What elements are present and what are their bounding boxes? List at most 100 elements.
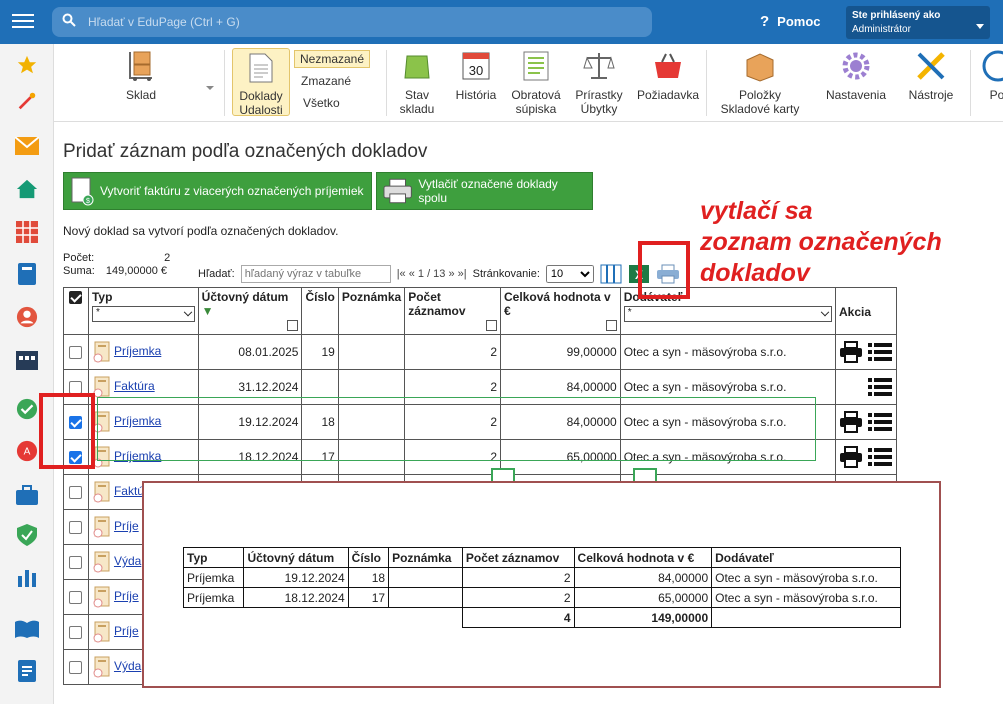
timetable-icon[interactable] <box>14 219 40 245</box>
document-link[interactable]: Príje <box>114 519 139 533</box>
row-checkbox-cell[interactable] <box>63 474 89 510</box>
row-checkbox[interactable] <box>69 661 83 675</box>
col-typ[interactable]: Typ * <box>87 287 199 335</box>
printer-icon[interactable] <box>839 446 863 468</box>
row-checkbox-cell[interactable] <box>63 579 89 615</box>
briefcase-icon[interactable] <box>14 482 40 508</box>
row-checkbox[interactable] <box>69 626 83 640</box>
hamburger-menu-icon[interactable] <box>12 11 34 31</box>
global-search-input[interactable]: Hľadať v EduPage (Ctrl + G) <box>52 7 652 37</box>
print-highlight-box <box>638 241 690 299</box>
annotation-line: dokladov <box>700 259 810 287</box>
hodnota-filter-button[interactable] <box>504 320 617 334</box>
receipt-icon <box>93 621 110 643</box>
ribbon-doklady[interactable]: Doklady Udalosti <box>232 48 290 117</box>
ribbon-stav-skladu[interactable]: Stav skladu <box>392 50 442 116</box>
cell-typ[interactable]: Príjemka <box>87 334 199 370</box>
printer-icon[interactable] <box>839 411 863 433</box>
row-checkbox[interactable] <box>69 591 83 605</box>
col-hodnota[interactable]: Celková hodnota v € <box>500 287 621 335</box>
ribbon-obratova-supiska[interactable]: Obratová súpiska <box>508 50 564 116</box>
pt-cell: 17 <box>347 587 390 608</box>
row-checkbox-cell[interactable] <box>63 544 89 580</box>
ribbon-poziadavka[interactable]: Požiadavka <box>634 50 702 102</box>
pt-col-hodnota: Celková hodnota v € <box>573 547 713 568</box>
document-link[interactable]: Príjemka <box>114 344 161 358</box>
ribbon-nastavenia[interactable]: Nastavenia <box>814 50 898 102</box>
checkmark-icon[interactable] <box>14 396 40 422</box>
print-selected-button[interactable]: Vytlačiť označené doklady spolu <box>376 172 593 210</box>
list-icon[interactable] <box>867 341 893 363</box>
row-checkbox-cell[interactable] <box>63 649 89 685</box>
document-link[interactable]: Výda <box>114 554 141 568</box>
list-icon[interactable] <box>867 411 893 433</box>
ribbon-obratova-label: Obratová <box>511 88 561 102</box>
col-poznamka[interactable]: Poznámka <box>337 287 406 335</box>
pt-col-pocet: Počet záznamov <box>461 547 575 568</box>
help-button[interactable]: ? Pomoc <box>760 13 821 30</box>
chevron-down-icon[interactable] <box>206 86 214 90</box>
print-selected-label: Vytlačiť označené doklady spolu <box>418 177 558 205</box>
row-checkbox[interactable] <box>69 346 83 360</box>
open-book-icon[interactable] <box>14 616 40 642</box>
grade-icon[interactable]: A <box>14 438 40 464</box>
list-icon[interactable] <box>867 446 893 468</box>
document-link[interactable]: Výda <box>114 659 141 673</box>
mail-icon[interactable] <box>14 133 40 159</box>
user-menu[interactable]: Ste prihlásený ako Administrátor <box>846 6 990 39</box>
row-checkbox[interactable] <box>69 486 83 500</box>
magic-wand-icon[interactable] <box>14 88 40 114</box>
calendar-icon[interactable] <box>14 346 40 372</box>
ribbon-stav-label: Stav <box>404 88 429 102</box>
filter-vsetko[interactable]: Všetko <box>303 96 340 110</box>
shield-icon[interactable] <box>14 522 40 548</box>
list-icon[interactable] <box>867 376 893 398</box>
ribbon-po[interactable]: Po <box>982 50 1003 102</box>
document-link[interactable]: Faktúra <box>114 379 155 393</box>
document-link[interactable]: Faktú <box>114 484 144 498</box>
document-link[interactable]: Príje <box>114 589 139 603</box>
chart-icon[interactable] <box>14 564 40 590</box>
book-icon[interactable] <box>14 261 40 287</box>
col-cislo-label: Číslo <box>305 290 335 304</box>
row-checkbox[interactable] <box>69 521 83 535</box>
dodavatel-filter-select[interactable]: * <box>623 306 832 322</box>
row-checkbox-cell[interactable] <box>63 614 89 650</box>
person-icon[interactable] <box>14 304 40 330</box>
filter-zmazane[interactable]: Zmazané <box>301 74 351 88</box>
pt-cell: 18.12.2024 <box>243 587 349 608</box>
columns-icon[interactable] <box>600 264 622 284</box>
annotation-line: vytlačí sa <box>700 197 813 225</box>
col-pocet[interactable]: Počet záznamov <box>404 287 502 335</box>
table-row[interactable]: Príjemka 08.01.2025 19 2 99,00000 Otec a syn … <box>63 334 897 370</box>
search-placeholder: Hľadať v EduPage (Ctrl + G) <box>88 15 240 29</box>
printer-icon[interactable] <box>839 341 863 363</box>
select-all-header[interactable] <box>63 287 89 335</box>
col-cislo[interactable]: Číslo <box>301 287 339 335</box>
row-checkbox-cell[interactable] <box>63 334 89 370</box>
ribbon-polozky[interactable]: Položky Skladové karty <box>712 50 808 116</box>
pocet-filter-button[interactable] <box>408 320 498 334</box>
ribbon-sklad[interactable]: Sklad <box>116 50 166 102</box>
home-icon[interactable] <box>14 176 40 202</box>
table-search-input[interactable] <box>240 265 391 283</box>
document-link[interactable]: Príje <box>114 624 139 638</box>
col-datum[interactable]: Účtovný dátum ▼ <box>197 287 303 335</box>
create-invoice-button[interactable]: $ Vytvoriť faktúru z viacerých označenýc… <box>63 172 372 210</box>
datum-filter-button[interactable] <box>202 320 299 334</box>
filter-nezmazane[interactable]: Nezmazané <box>294 50 371 68</box>
ribbon-historia[interactable]: 30 História <box>452 50 500 102</box>
filter-icon <box>486 320 498 331</box>
row-checkbox-cell[interactable] <box>63 509 89 545</box>
row-checkbox[interactable] <box>69 556 83 570</box>
select-all-checkbox[interactable] <box>69 291 83 305</box>
typ-filter-select[interactable]: * <box>91 306 195 322</box>
ribbon-prirastky[interactable]: Prírastky Úbytky <box>572 50 626 116</box>
printout-total-row: 4 149,00000 <box>184 607 901 628</box>
ribbon-nastroje[interactable]: Nástroje <box>900 50 962 102</box>
document-icon[interactable] <box>14 658 40 684</box>
list-icon <box>523 51 549 81</box>
pager[interactable]: |« « 1 / 13 » »| <box>397 268 467 280</box>
paging-select[interactable]: 10 <box>545 265 594 283</box>
star-icon[interactable] <box>14 52 40 78</box>
